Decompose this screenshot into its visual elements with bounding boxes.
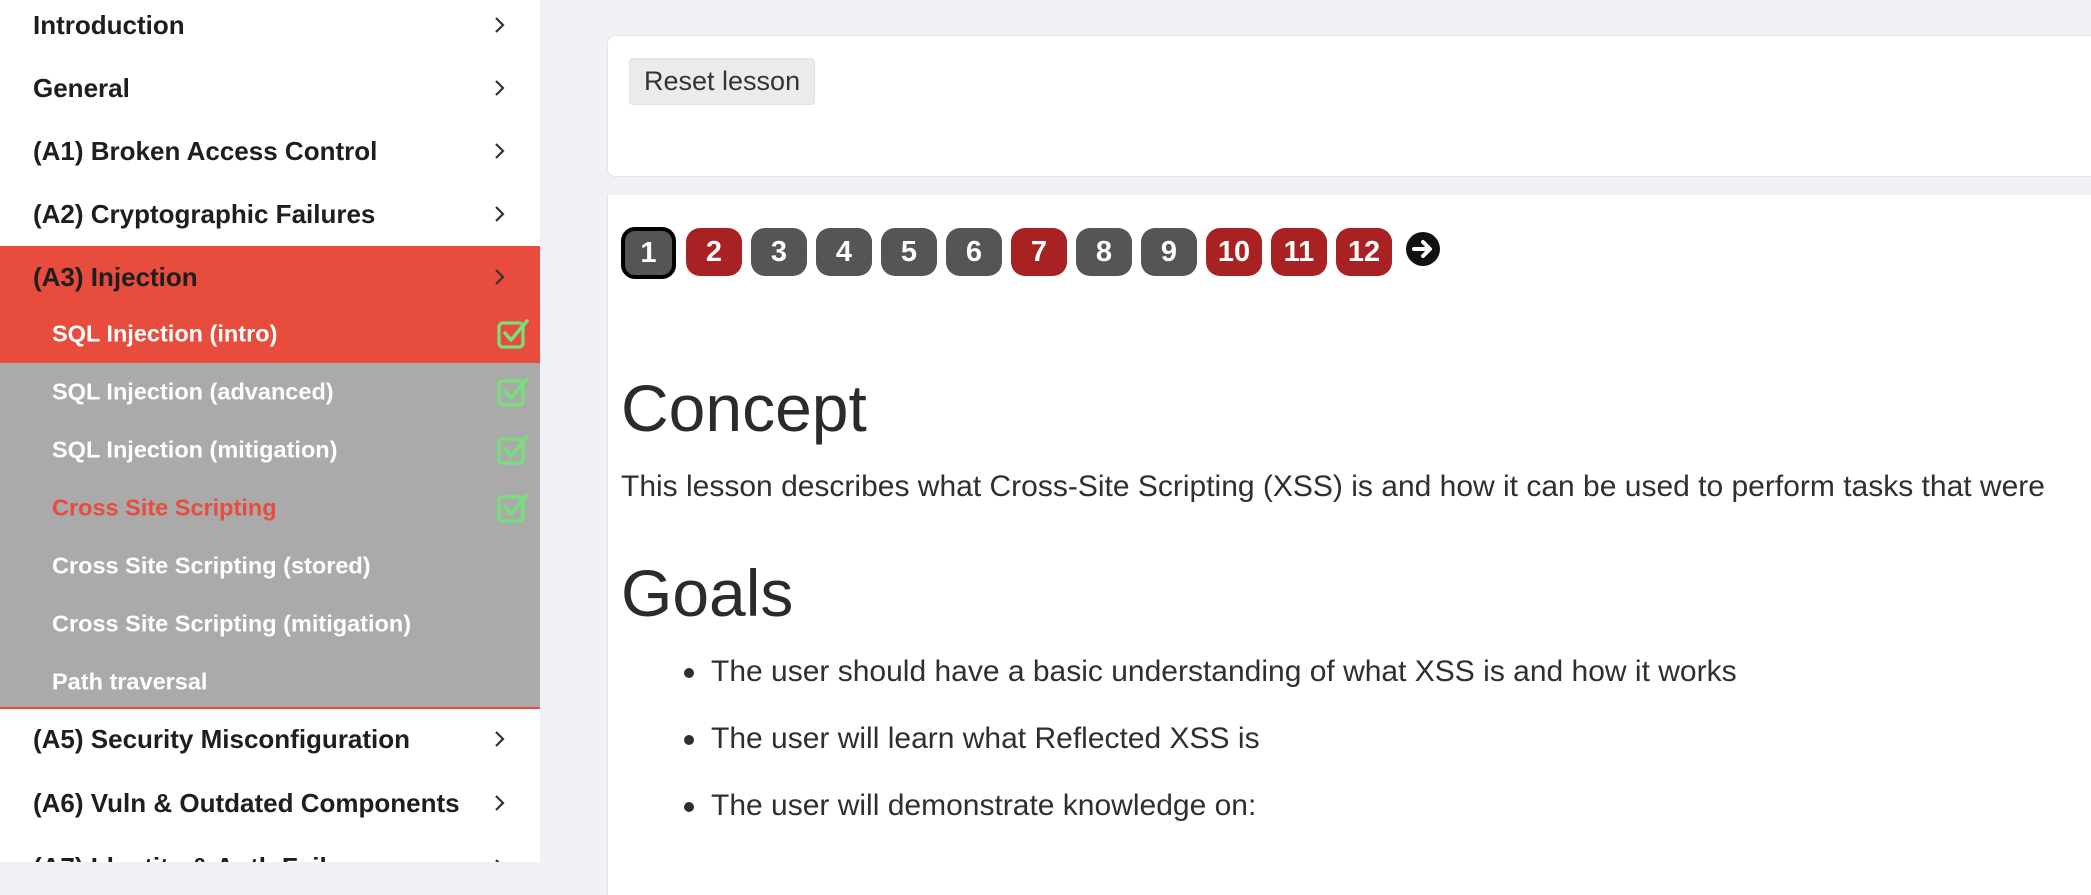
list-item: The user will demonstrate knowledge on: (684, 789, 2091, 856)
sidebar-category-a7[interactable]: (A7) Identity & Auth Failure (0, 836, 540, 862)
checkbox-checked-icon (496, 491, 530, 525)
sidebar-category-label: (A7) Identity & Auth Failure (33, 852, 367, 863)
page-button-2[interactable]: 2 (686, 228, 742, 276)
lesson-item-sql-injection-intro[interactable]: SQL Injection (intro) (0, 305, 540, 363)
sidebar-category-general[interactable]: General (0, 57, 540, 119)
lesson-item-sql-injection-advanced[interactable]: SQL Injection (advanced) (0, 363, 540, 421)
page-button-8[interactable]: 8 (1076, 228, 1132, 276)
lesson-label: Cross Site Scripting (stored) (52, 552, 371, 579)
list-item: The user should have a basic understandi… (684, 655, 2091, 722)
lesson-submenu: SQL Injection (intro) SQL Injection (adv… (0, 305, 540, 709)
page-button-5[interactable]: 5 (881, 228, 937, 276)
sidebar: Introduction General (A1) Broken Access … (0, 0, 540, 862)
sidebar-category-label: Introduction (33, 9, 185, 40)
goals-heading: Goals (621, 556, 794, 630)
chevron-right-icon (490, 857, 510, 862)
chevron-right-icon (490, 793, 510, 813)
sidebar-category-label: (A1) Broken Access Control (33, 135, 378, 166)
page-button-9[interactable]: 9 (1141, 228, 1197, 276)
sidebar-category-label: General (33, 72, 130, 103)
lesson-item-cross-site-scripting[interactable]: Cross Site Scripting (0, 479, 540, 537)
page-button-3[interactable]: 3 (751, 228, 807, 276)
chevron-right-icon (490, 15, 510, 35)
main-content: Reset lesson 1 2 3 4 5 6 7 8 9 10 11 12 … (540, 0, 2091, 895)
list-item: The user will learn what Reflected XSS i… (684, 722, 2091, 789)
sidebar-category-label: (A5) Security Misconfiguration (33, 723, 411, 754)
concept-text: This lesson describes what Cross-Site Sc… (621, 470, 2045, 503)
sidebar-category-a6[interactable]: (A6) Vuln & Outdated Components (0, 772, 540, 834)
reset-lesson-button[interactable]: Reset lesson (629, 58, 816, 105)
page-button-11[interactable]: 11 (1271, 228, 1327, 276)
chevron-right-icon (490, 267, 510, 287)
lesson-label: Path traversal (52, 668, 208, 695)
sidebar-category-introduction[interactable]: Introduction (0, 0, 540, 56)
lesson-item-sql-injection-mitigation[interactable]: SQL Injection (mitigation) (0, 421, 540, 479)
lesson-item-cross-site-scripting-stored[interactable]: Cross Site Scripting (stored) (0, 537, 540, 595)
chevron-right-icon (490, 729, 510, 749)
page-button-4[interactable]: 4 (816, 228, 872, 276)
sidebar-category-a1[interactable]: (A1) Broken Access Control (0, 120, 540, 182)
chevron-right-icon (490, 78, 510, 98)
page-button-10[interactable]: 10 (1206, 228, 1262, 276)
sidebar-category-label: (A3) Injection (33, 261, 198, 292)
lesson-item-path-traversal[interactable]: Path traversal (0, 653, 540, 711)
lesson-toolbar-card (607, 35, 2091, 177)
lesson-label: SQL Injection (advanced) (52, 378, 334, 405)
lesson-label: Cross Site Scripting (52, 494, 277, 521)
page-button-1[interactable]: 1 (621, 227, 676, 279)
chevron-right-icon (490, 141, 510, 161)
chevron-right-icon (490, 204, 510, 224)
page-button-6[interactable]: 6 (946, 228, 1002, 276)
goals-list: The user should have a basic understandi… (621, 655, 2091, 856)
lesson-label: Cross Site Scripting (mitigation) (52, 610, 412, 637)
sidebar-category-label: (A6) Vuln & Outdated Components (33, 787, 460, 818)
lesson-item-cross-site-scripting-mitigation[interactable]: Cross Site Scripting (mitigation) (0, 595, 540, 653)
lesson-label: SQL Injection (mitigation) (52, 436, 338, 463)
checkbox-checked-icon (496, 317, 530, 351)
lesson-label: SQL Injection (intro) (52, 320, 278, 347)
sidebar-category-a3[interactable]: (A3) Injection (0, 246, 540, 308)
concept-heading: Concept (621, 371, 867, 445)
sidebar-category-a2[interactable]: (A2) Cryptographic Failures (0, 183, 540, 245)
checkbox-checked-icon (496, 375, 530, 409)
arrow-right-circle-icon[interactable] (1405, 231, 1441, 267)
page-button-7[interactable]: 7 (1011, 228, 1067, 276)
page-button-12[interactable]: 12 (1336, 228, 1392, 276)
sidebar-category-label: (A2) Cryptographic Failures (33, 198, 376, 229)
checkbox-checked-icon (496, 433, 530, 467)
sidebar-category-a5[interactable]: (A5) Security Misconfiguration (0, 708, 540, 770)
